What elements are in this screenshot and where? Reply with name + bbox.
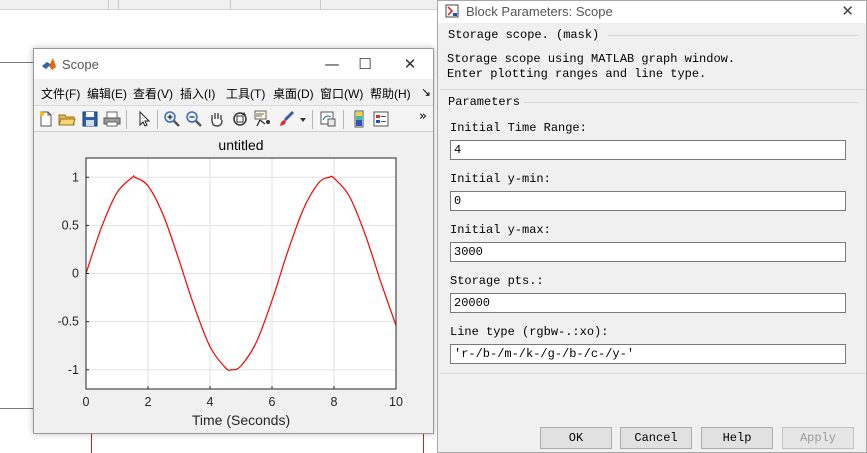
legend-icon[interactable] — [372, 110, 390, 128]
dialog-title: Block Parameters: Scope — [466, 4, 613, 19]
group-divider — [440, 89, 866, 90]
background-divider — [0, 62, 34, 63]
save-icon[interactable] — [81, 110, 99, 128]
plot-axes[interactable]: 0 2 4 6 8 10 -1 -0.5 0 0.5 1 untitled Time (Seconds) — [34, 133, 433, 433]
background-signal-line — [91, 434, 92, 453]
simulink-block-icon — [445, 4, 459, 18]
dropdown-arrow-icon[interactable] — [298, 110, 308, 128]
block-description: Storage scope using MATLAB graph window.… — [447, 52, 735, 81]
y-tick-label: 1 — [72, 170, 79, 184]
minimize-button[interactable]: — — [321, 55, 343, 73]
mask-group-label: Storage scope. (mask) — [448, 28, 600, 42]
chart-title: untitled — [218, 137, 263, 153]
menu-help[interactable]: 帮助(H) — [370, 85, 411, 102]
group-divider — [440, 373, 866, 374]
description-line: Storage scope using MATLAB graph window. — [447, 52, 736, 66]
x-tick-label: 2 — [145, 395, 152, 409]
menu-window[interactable]: 窗口(W) — [320, 85, 363, 102]
y-tick-label: -0.5 — [57, 315, 79, 329]
menu-overflow-icon[interactable]: ↘ — [421, 85, 431, 99]
y-tick-label: 0 — [72, 267, 79, 281]
x-tick-label: 10 — [389, 395, 403, 409]
brush-icon[interactable] — [277, 110, 295, 128]
toolbar-separator — [312, 110, 313, 129]
toolbar-separator — [157, 110, 158, 129]
background-divider — [0, 408, 34, 409]
y-min-input[interactable]: 0 — [450, 191, 846, 211]
link-plot-icon[interactable] — [319, 110, 337, 128]
x-tick-label: 0 — [83, 395, 90, 409]
group-divider — [608, 35, 858, 36]
y-min-label: Initial y-min: — [450, 172, 551, 186]
line-type-input[interactable]: 'r-/b-/m-/k-/g-/b-/c-/y-' — [450, 344, 846, 364]
data-cursor-icon[interactable] — [254, 110, 272, 128]
menu-edit[interactable]: 编辑(E) — [87, 85, 127, 102]
zoom-out-icon[interactable] — [185, 110, 203, 128]
print-icon[interactable] — [103, 110, 121, 128]
ok-button[interactable]: OK — [540, 427, 612, 449]
zoom-in-icon[interactable] — [163, 110, 181, 128]
toolbar-overflow-icon[interactable]: » — [419, 109, 427, 124]
x-axis-label: Time (Seconds) — [192, 412, 290, 428]
y-tick-label: -1 — [68, 363, 79, 377]
figure-toolbar: » — [34, 105, 433, 132]
storage-pts-label: Storage pts.: — [450, 274, 544, 288]
maximize-button[interactable]: ☐ — [354, 55, 376, 73]
line-type-label: Line type (rgbw-.:xo): — [450, 325, 609, 339]
x-tick-label: 6 — [269, 395, 276, 409]
pointer-icon[interactable] — [135, 110, 153, 128]
toolbar-separator — [343, 110, 344, 129]
colorbar-icon[interactable] — [350, 110, 368, 128]
x-tick-label: 4 — [207, 395, 214, 409]
matlab-logo-icon — [42, 58, 56, 70]
pan-hand-icon[interactable] — [208, 110, 226, 128]
apply-button[interactable]: Apply — [782, 427, 854, 449]
block-parameters-dialog: Block Parameters: Scope ✕ Storage scope.… — [437, 0, 867, 453]
menu-file[interactable]: 文件(F) — [41, 85, 80, 102]
menu-desktop[interactable]: 桌面(D) — [273, 85, 314, 102]
background-toolbar — [0, 0, 440, 10]
window-title: Scope — [62, 57, 99, 72]
cancel-button[interactable]: Cancel — [620, 427, 692, 449]
y-max-input[interactable]: 3000 — [450, 242, 846, 262]
background-signal-line — [423, 434, 424, 453]
toolbar-separator — [126, 110, 127, 129]
menu-view[interactable]: 查看(V) — [133, 85, 173, 102]
menu-insert[interactable]: 插入(I) — [180, 85, 215, 102]
rotate-3d-icon[interactable] — [231, 110, 249, 128]
group-divider — [524, 102, 858, 103]
new-figure-icon[interactable] — [37, 110, 55, 128]
figure-canvas: 0 2 4 6 8 10 -1 -0.5 0 0.5 1 untitled Time (Seconds) — [34, 133, 433, 433]
y-max-label: Initial y-max: — [450, 223, 551, 237]
time-range-label: Initial Time Range: — [450, 121, 587, 135]
scope-window: Scope — ☐ ✕ 文件(F) 编辑(E) 查看(V) 插入(I) 工具(T… — [33, 48, 434, 434]
parameters-group-label: Parameters — [448, 95, 521, 109]
time-range-input[interactable]: 4 — [450, 140, 846, 160]
scope-titlebar[interactable]: Scope — ☐ ✕ — [34, 49, 433, 79]
storage-pts-input[interactable]: 20000 — [450, 293, 846, 313]
close-button[interactable]: ✕ — [399, 55, 421, 73]
open-file-icon[interactable] — [58, 110, 76, 128]
y-tick-label: 0.5 — [62, 218, 79, 232]
dialog-titlebar[interactable]: Block Parameters: Scope ✕ — [438, 1, 866, 23]
close-icon[interactable]: ✕ — [841, 2, 854, 20]
menu-bar: 文件(F) 编辑(E) 查看(V) 插入(I) 工具(T) 桌面(D) 窗口(W… — [34, 80, 433, 102]
help-button[interactable]: Help — [701, 427, 773, 449]
x-tick-label: 8 — [331, 395, 338, 409]
description-line: Enter plotting ranges and line type. — [447, 66, 707, 81]
menu-tools[interactable]: 工具(T) — [226, 85, 265, 102]
